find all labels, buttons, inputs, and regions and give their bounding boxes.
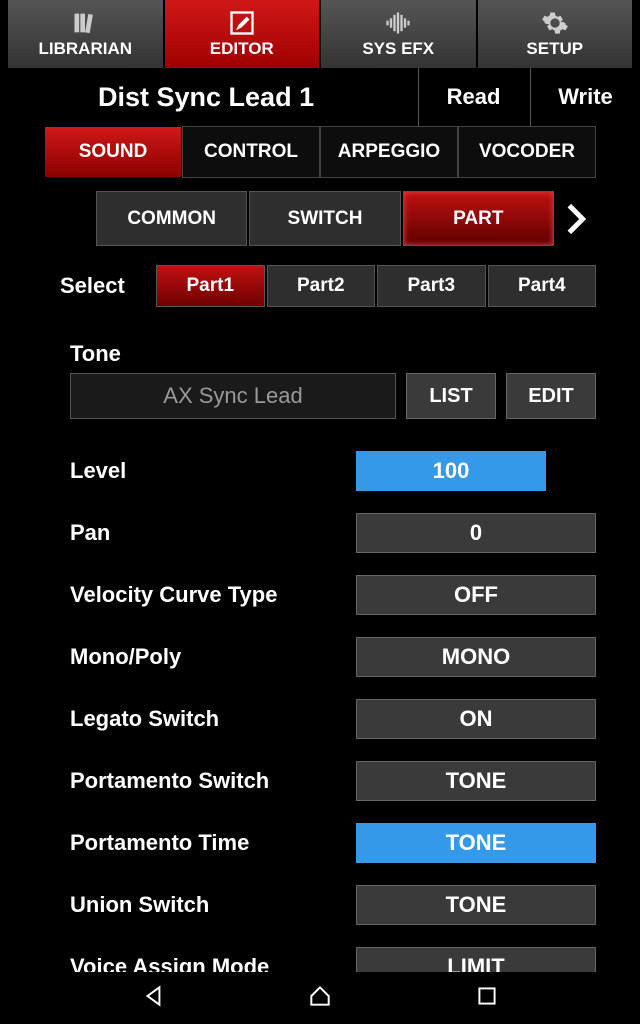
param-label: Velocity Curve Type bbox=[70, 582, 356, 608]
param-row: Portamento SwitchTONE bbox=[70, 761, 596, 801]
content: Tone AX Sync Lead LIST EDIT Level100 Pan0… bbox=[70, 341, 596, 987]
tab-vocoder[interactable]: VOCODER bbox=[458, 126, 596, 178]
param-row: Level100 bbox=[70, 451, 596, 491]
param-label: Portamento Switch bbox=[70, 768, 356, 794]
books-icon bbox=[70, 9, 100, 37]
triangle-back-icon bbox=[141, 983, 167, 1009]
param-row: Legato SwitchON bbox=[70, 699, 596, 739]
param-label: Union Switch bbox=[70, 892, 356, 918]
param-value[interactable]: 100 bbox=[356, 451, 546, 491]
subtab-part[interactable]: PART bbox=[403, 191, 554, 246]
tab-editor-label: EDITOR bbox=[210, 39, 274, 59]
tab-editor[interactable]: EDITOR bbox=[165, 0, 320, 68]
tab-setup-label: SETUP bbox=[526, 39, 583, 59]
select-label: Select bbox=[44, 273, 154, 299]
param-value[interactable]: OFF bbox=[356, 575, 596, 615]
part-tab-3[interactable]: Part3 bbox=[377, 265, 486, 307]
read-button[interactable]: Read bbox=[418, 68, 528, 126]
android-nav-bar bbox=[0, 972, 640, 1024]
top-tabs: LIBRARIAN EDITOR SYS EFX SETUP bbox=[0, 0, 640, 68]
tab-sys-efx-label: SYS EFX bbox=[362, 39, 434, 59]
home-outline-icon bbox=[307, 983, 333, 1009]
part-tab-1[interactable]: Part1 bbox=[156, 265, 265, 307]
param-row: Pan0 bbox=[70, 513, 596, 553]
edit-icon bbox=[227, 9, 257, 37]
tone-field[interactable]: AX Sync Lead bbox=[70, 373, 396, 419]
square-icon bbox=[474, 983, 500, 1009]
part-tab-2[interactable]: Part2 bbox=[267, 265, 376, 307]
part-tab-4[interactable]: Part4 bbox=[488, 265, 597, 307]
sub-tabs-row: COMMON SWITCH PART bbox=[96, 191, 596, 246]
select-row: Select Part1 Part2 Part3 Part4 bbox=[44, 261, 596, 311]
param-row: Portamento TimeTONE bbox=[70, 823, 596, 863]
param-value[interactable]: TONE bbox=[356, 761, 596, 801]
param-value[interactable]: MONO bbox=[356, 637, 596, 677]
param-label: Level bbox=[70, 458, 356, 484]
waveform-icon bbox=[383, 9, 413, 37]
tone-label: Tone bbox=[70, 341, 596, 367]
param-value[interactable]: ON bbox=[356, 699, 596, 739]
param-row: Velocity Curve TypeOFF bbox=[70, 575, 596, 615]
tone-row: AX Sync Lead LIST EDIT bbox=[70, 373, 596, 419]
header-row: Dist Sync Lead 1 Read Write bbox=[0, 68, 640, 126]
param-label: Mono/Poly bbox=[70, 644, 356, 670]
param-label: Legato Switch bbox=[70, 706, 356, 732]
param-label: Pan bbox=[70, 520, 356, 546]
tab-sound[interactable]: SOUND bbox=[44, 126, 182, 178]
tab-control[interactable]: CONTROL bbox=[182, 126, 320, 178]
write-button[interactable]: Write bbox=[530, 68, 640, 126]
param-value[interactable]: 0 bbox=[356, 513, 596, 553]
chevron-right-icon bbox=[556, 199, 596, 239]
gear-icon bbox=[540, 9, 570, 37]
tab-sys-efx[interactable]: SYS EFX bbox=[321, 0, 476, 68]
list-button[interactable]: LIST bbox=[406, 373, 496, 419]
tab-librarian[interactable]: LIBRARIAN bbox=[8, 0, 163, 68]
tab-arpeggio[interactable]: ARPEGGIO bbox=[320, 126, 458, 178]
sound-tabs: SOUND CONTROL ARPEGGIO VOCODER bbox=[44, 126, 596, 178]
subtab-common[interactable]: COMMON bbox=[96, 191, 247, 246]
param-label: Portamento Time bbox=[70, 830, 356, 856]
back-button[interactable] bbox=[141, 983, 167, 1014]
next-arrow-button[interactable] bbox=[556, 191, 596, 246]
edit-button[interactable]: EDIT bbox=[506, 373, 596, 419]
preset-name: Dist Sync Lead 1 bbox=[8, 82, 416, 113]
subtab-switch[interactable]: SWITCH bbox=[249, 191, 400, 246]
recent-button[interactable] bbox=[474, 983, 500, 1014]
home-button[interactable] bbox=[307, 983, 333, 1014]
param-value[interactable]: TONE bbox=[356, 823, 596, 863]
tab-librarian-label: LIBRARIAN bbox=[39, 39, 133, 59]
param-row: Mono/PolyMONO bbox=[70, 637, 596, 677]
param-value[interactable]: TONE bbox=[356, 885, 596, 925]
param-row: Union SwitchTONE bbox=[70, 885, 596, 925]
tab-setup[interactable]: SETUP bbox=[478, 0, 633, 68]
